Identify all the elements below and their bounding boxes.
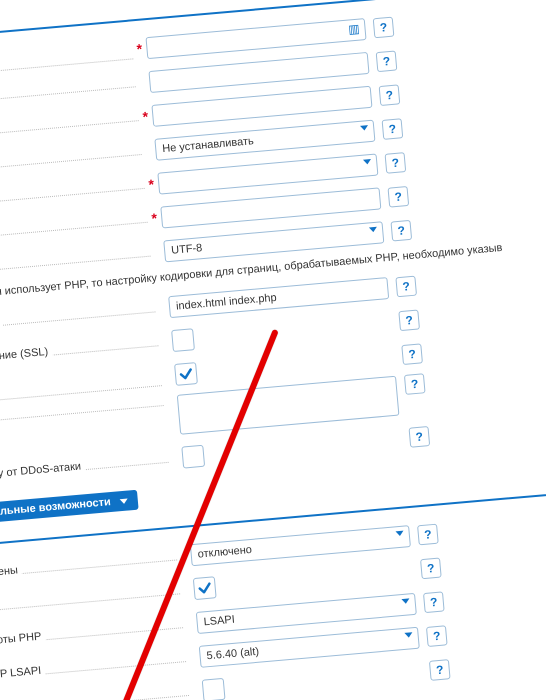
php-checkbox[interactable] (193, 576, 217, 600)
help-icon[interactable]: ? (395, 276, 417, 298)
help-icon[interactable]: ? (379, 84, 401, 106)
required-asterisk: * (144, 176, 159, 193)
help-icon[interactable]: ? (426, 625, 448, 647)
label-ddos: чючить защиту от DDoS-атаки (0, 460, 86, 486)
help-icon[interactable]: ? (420, 558, 442, 580)
cgi-checkbox[interactable] (202, 678, 226, 700)
help-icon[interactable]: ? (382, 118, 404, 140)
help-icon[interactable]: ? (390, 220, 412, 242)
help-icon[interactable]: ? (401, 343, 423, 365)
help-icon[interactable]: ? (423, 591, 445, 613)
required-asterisk: * (138, 108, 153, 125)
help-icon[interactable]: ? (388, 186, 410, 208)
help-icon[interactable]: ? (409, 426, 431, 448)
label-ssl: ценное соединение (SSL) (0, 346, 53, 370)
help-icon[interactable]: ? (417, 524, 439, 546)
help-icon[interactable]: ? (429, 659, 451, 681)
label-autosubdomains: Автоподдомены (0, 564, 22, 583)
section-advanced[interactable]: Дополнительные возможности (0, 490, 139, 528)
ssl-redirect-checkbox[interactable] (174, 362, 198, 386)
help-icon[interactable]: ? (373, 17, 395, 39)
help-icon[interactable]: ? (398, 309, 420, 331)
section-advanced-label: Дополнительные возможности (0, 496, 111, 523)
label-php-version: Версия PHP LSAPI (0, 664, 46, 685)
ddos-checkbox[interactable] (181, 445, 205, 469)
chevron-down-icon (120, 498, 128, 504)
ssl-checkbox[interactable] (171, 328, 195, 352)
required-asterisk: * (147, 210, 162, 227)
help-icon[interactable]: ? (376, 50, 398, 72)
label-php-mode: Режим работы PHP (0, 630, 46, 651)
required-asterisk: * (132, 40, 147, 57)
help-icon[interactable]: ? (404, 373, 426, 395)
label-index: ексная страница (0, 316, 3, 336)
help-icon[interactable]: ? (385, 152, 407, 174)
